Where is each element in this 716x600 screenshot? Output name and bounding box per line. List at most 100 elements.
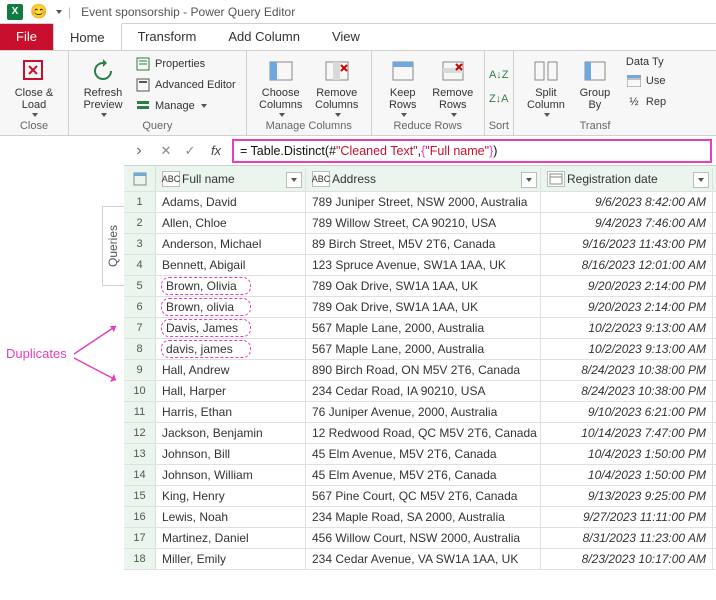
cell-name[interactable]: Allen, Chloe: [156, 213, 306, 233]
refresh-preview-button[interactable]: Refresh Preview: [77, 55, 129, 117]
cell-address[interactable]: 789 Oak Drive, SW1A 1AA, UK: [306, 276, 541, 296]
cell-name[interactable]: Miller, Emily: [156, 549, 306, 569]
sort-asc-button[interactable]: A↓Z: [489, 66, 509, 84]
formula-input[interactable]: = Table.Distinct(#"Cleaned Text", {"Full…: [232, 139, 712, 163]
formula-cancel-icon[interactable]: ✕: [154, 143, 178, 159]
column-header-addr[interactable]: ABC Address: [306, 168, 541, 190]
qat-dropdown-icon[interactable]: [56, 10, 62, 14]
cell-name[interactable]: Jackson, Benjamin: [156, 423, 306, 443]
advanced-editor-button[interactable]: Advanced Editor: [133, 76, 238, 94]
cell-name[interactable]: King, Henry: [156, 486, 306, 506]
cell-address[interactable]: 789 Oak Drive, SW1A 1AA, UK: [306, 297, 541, 317]
cell-name[interactable]: Lewis, Noah: [156, 507, 306, 527]
cell-address[interactable]: 567 Maple Lane, 2000, Australia: [306, 339, 541, 359]
cell-address[interactable]: 45 Elm Avenue, M5V 2T6, Canada: [306, 465, 541, 485]
table-row[interactable]: 17Martinez, Daniel456 Willow Court, NSW …: [124, 528, 716, 549]
cell-address[interactable]: 45 Elm Avenue, M5V 2T6, Canada: [306, 444, 541, 464]
cell-date[interactable]: 9/6/2023 8:42:00 AM: [541, 192, 713, 212]
table-row[interactable]: 9Hall, Andrew890 Birch Road, ON M5V 2T6,…: [124, 360, 716, 381]
cell-date[interactable]: 9/16/2023 11:43:00 PM: [541, 234, 713, 254]
cell-date[interactable]: 9/20/2023 2:14:00 PM: [541, 276, 713, 296]
cell-address[interactable]: 89 Birch Street, M5V 2T6, Canada: [306, 234, 541, 254]
table-row[interactable]: 4Bennett, Abigail123 Spruce Avenue, SW1A…: [124, 255, 716, 276]
queries-pane-toggle[interactable]: ›: [124, 142, 154, 160]
cell-date[interactable]: 9/4/2023 7:46:00 AM: [541, 213, 713, 233]
sort-desc-button[interactable]: Z↓A: [489, 90, 509, 108]
group-by-button[interactable]: Group By: [574, 55, 616, 111]
filter-dropdown-icon[interactable]: [286, 172, 302, 188]
filter-dropdown-icon[interactable]: [693, 172, 709, 188]
filter-dropdown-icon[interactable]: [521, 172, 537, 188]
cell-date[interactable]: 9/13/2023 9:25:00 PM: [541, 486, 713, 506]
tab-transform[interactable]: Transform: [122, 24, 213, 50]
cell-address[interactable]: 12 Redwood Road, QC M5V 2T6, Canada: [306, 423, 541, 443]
table-row[interactable]: 7Davis, James567 Maple Lane, 2000, Austr…: [124, 318, 716, 339]
cell-name[interactable]: Hall, Andrew: [156, 360, 306, 380]
table-row[interactable]: 13Johnson, Bill45 Elm Avenue, M5V 2T6, C…: [124, 444, 716, 465]
cell-date[interactable]: 9/10/2023 6:21:00 PM: [541, 402, 713, 422]
fx-icon[interactable]: fx: [202, 143, 230, 158]
cell-address[interactable]: 789 Willow Street, CA 90210, USA: [306, 213, 541, 233]
table-row[interactable]: 16Lewis, Noah234 Maple Road, SA 2000, Au…: [124, 507, 716, 528]
table-row[interactable]: 2Allen, Chloe789 Willow Street, CA 90210…: [124, 213, 716, 234]
cell-address[interactable]: 76 Juniper Avenue, 2000, Australia: [306, 402, 541, 422]
table-row[interactable]: 12Jackson, Benjamin12 Redwood Road, QC M…: [124, 423, 716, 444]
cell-address[interactable]: 567 Pine Court, QC M5V 2T6, Canada: [306, 486, 541, 506]
cell-name[interactable]: davis, james: [156, 339, 306, 359]
table-row[interactable]: 11Harris, Ethan76 Juniper Avenue, 2000, …: [124, 402, 716, 423]
table-row[interactable]: 6Brown, olivia789 Oak Drive, SW1A 1AA, U…: [124, 297, 716, 318]
cell-date[interactable]: 10/2/2023 9:13:00 AM: [541, 339, 713, 359]
cell-date[interactable]: 9/27/2023 11:11:00 PM: [541, 507, 713, 527]
cell-date[interactable]: 8/23/2023 10:17:00 AM: [541, 549, 713, 569]
cell-name[interactable]: Davis, James: [156, 318, 306, 338]
remove-columns-button[interactable]: Remove Columns: [311, 55, 363, 117]
formula-commit-icon[interactable]: ✓: [178, 143, 202, 159]
tab-home[interactable]: Home: [53, 23, 122, 50]
table-row[interactable]: 10Hall, Harper234 Cedar Road, IA 90210, …: [124, 381, 716, 402]
cell-date[interactable]: 8/24/2023 10:38:00 PM: [541, 360, 713, 380]
tab-add-column[interactable]: Add Column: [212, 24, 316, 50]
cell-date[interactable]: 10/2/2023 9:13:00 AM: [541, 318, 713, 338]
table-row[interactable]: 8davis, james567 Maple Lane, 2000, Austr…: [124, 339, 716, 360]
cell-address[interactable]: 234 Cedar Road, IA 90210, USA: [306, 381, 541, 401]
table-row[interactable]: 18Miller, Emily234 Cedar Avenue, VA SW1A…: [124, 549, 716, 570]
cell-name[interactable]: Anderson, Michael: [156, 234, 306, 254]
close-load-button[interactable]: Close & Load: [8, 55, 60, 117]
text-type-icon[interactable]: ABC: [312, 171, 330, 187]
manage-button[interactable]: Manage: [133, 97, 238, 115]
datetime-type-icon[interactable]: [547, 171, 565, 187]
split-column-button[interactable]: Split Column: [522, 55, 570, 117]
cell-date[interactable]: 8/24/2023 10:38:00 PM: [541, 381, 713, 401]
properties-button[interactable]: Properties: [133, 55, 238, 73]
cell-name[interactable]: Bennett, Abigail: [156, 255, 306, 275]
cell-date[interactable]: 9/20/2023 2:14:00 PM: [541, 297, 713, 317]
use-first-row-button[interactable]: Use: [624, 72, 668, 90]
row-index-header[interactable]: [124, 166, 156, 191]
table-row[interactable]: 5Brown, Olivia789 Oak Drive, SW1A 1AA, U…: [124, 276, 716, 297]
cell-address[interactable]: 789 Juniper Street, NSW 2000, Australia: [306, 192, 541, 212]
cell-address[interactable]: 234 Maple Road, SA 2000, Australia: [306, 507, 541, 527]
cell-date[interactable]: 8/16/2023 12:01:00 AM: [541, 255, 713, 275]
remove-rows-button[interactable]: Remove Rows: [430, 55, 476, 117]
cell-date[interactable]: 10/14/2023 7:47:00 PM: [541, 423, 713, 443]
column-header-name[interactable]: ABC Full name: [156, 168, 306, 190]
table-row[interactable]: 3Anderson, Michael89 Birch Street, M5V 2…: [124, 234, 716, 255]
tab-file[interactable]: File: [0, 24, 53, 50]
cell-address[interactable]: 123 Spruce Avenue, SW1A 1AA, UK: [306, 255, 541, 275]
qat-emoji-button[interactable]: 😊: [30, 3, 48, 21]
replace-values-button[interactable]: ½Rep: [624, 93, 668, 111]
cell-name[interactable]: Johnson, Bill: [156, 444, 306, 464]
choose-columns-button[interactable]: Choose Columns: [255, 55, 307, 117]
cell-name[interactable]: Harris, Ethan: [156, 402, 306, 422]
column-header-date[interactable]: Registration date: [541, 168, 713, 190]
cell-address[interactable]: 456 Willow Court, NSW 2000, Australia: [306, 528, 541, 548]
cell-name[interactable]: Adams, David: [156, 192, 306, 212]
data-type-button[interactable]: Data Ty: [624, 55, 668, 69]
queries-side-tab[interactable]: Queries: [102, 206, 124, 286]
cell-date[interactable]: 10/4/2023 1:50:00 PM: [541, 465, 713, 485]
cell-name[interactable]: Martinez, Daniel: [156, 528, 306, 548]
table-row[interactable]: 15King, Henry567 Pine Court, QC M5V 2T6,…: [124, 486, 716, 507]
cell-address[interactable]: 890 Birch Road, ON M5V 2T6, Canada: [306, 360, 541, 380]
text-type-icon[interactable]: ABC: [162, 171, 180, 187]
cell-address[interactable]: 567 Maple Lane, 2000, Australia: [306, 318, 541, 338]
